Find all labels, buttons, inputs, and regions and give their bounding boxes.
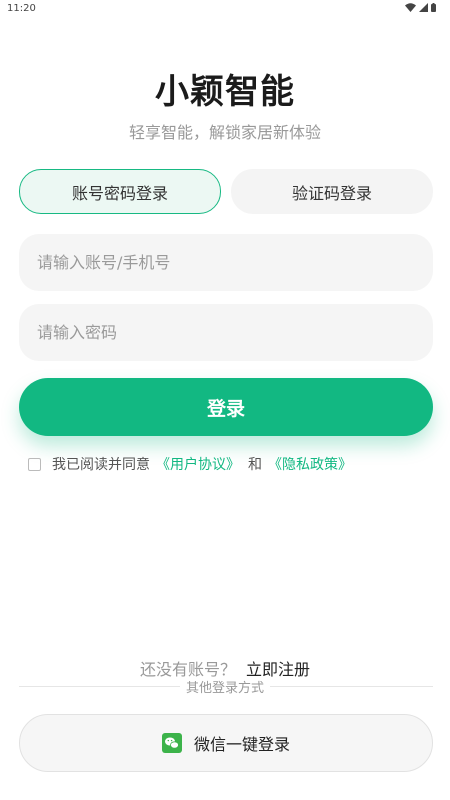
tab-code-login[interactable]: 验证码登录: [231, 169, 433, 214]
app-title: 小颖智能: [155, 72, 295, 112]
battery-icon: [431, 3, 436, 12]
status-icons: [405, 3, 436, 12]
privacy-link[interactable]: 《隐私政策》: [268, 454, 352, 474]
other-login-label: 其他登录方式: [0, 677, 450, 696]
account-input[interactable]: [19, 234, 433, 291]
tab-password-login[interactable]: 账号密码登录: [19, 169, 221, 214]
status-time: 11:20: [7, 3, 36, 14]
wechat-login-button[interactable]: 微信一键登录: [19, 714, 433, 772]
agreement-checkbox[interactable]: [28, 457, 41, 471]
agreement-prefix: 我已阅读并同意: [52, 457, 150, 473]
agreement-and: 和: [248, 457, 262, 473]
wifi-icon: [405, 3, 416, 12]
wechat-login-label: 微信一键登录: [193, 735, 290, 754]
other-login-text: 其他登录方式: [179, 681, 270, 696]
status-bar: 11:20: [0, 0, 450, 18]
login-button[interactable]: 登录: [19, 378, 433, 436]
wechat-icon: [161, 733, 182, 753]
signal-icon: [419, 3, 428, 12]
app-subtitle: 轻享智能，解锁家居新体验: [128, 123, 321, 142]
agreement-row: 我已阅读并同意 《用户协议》 和 《隐私政策》: [28, 454, 358, 474]
password-input[interactable]: [19, 304, 433, 361]
terms-link[interactable]: 《用户协议》: [156, 454, 240, 474]
